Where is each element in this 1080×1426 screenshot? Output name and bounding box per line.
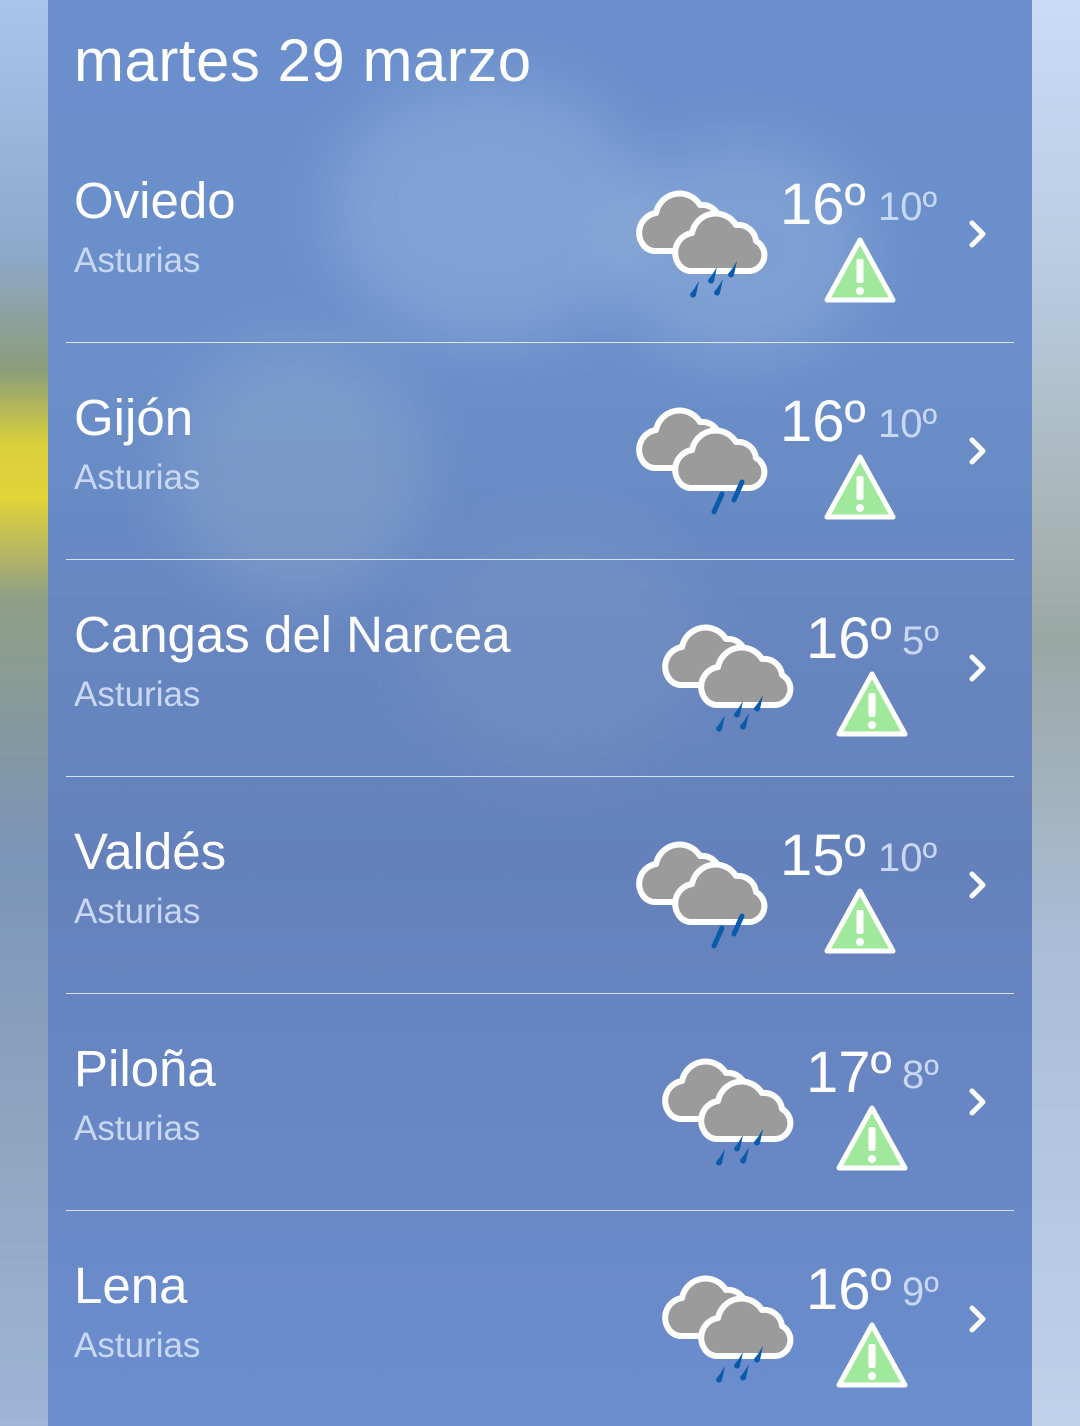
chevron-right-icon[interactable] — [966, 1302, 990, 1336]
rain-cloud-icon — [636, 407, 768, 515]
chevron-right-icon[interactable] — [966, 217, 990, 251]
rain-cloud-icon — [636, 190, 768, 298]
location-row-valdes[interactable]: Valdés Asturias 15º 10º — [66, 778, 1014, 994]
row-divider — [66, 776, 1014, 777]
min-temperature: 10º — [878, 402, 938, 446]
chevron-right-icon[interactable] — [966, 651, 990, 685]
region-name: Asturias — [74, 892, 201, 931]
warning-icon[interactable] — [836, 671, 908, 737]
chevron-right-icon[interactable] — [966, 868, 990, 902]
location-row-cangas-del-narcea[interactable]: Cangas del Narcea Asturias 16º 5º — [66, 561, 1014, 777]
row-divider — [66, 342, 1014, 343]
location-row-lena[interactable]: Lena Asturias 16º 9º — [66, 1212, 1014, 1426]
region-name: Asturias — [74, 1326, 201, 1365]
chevron-right-icon[interactable] — [966, 1085, 990, 1119]
max-temperature: 16º — [780, 172, 866, 237]
max-temperature: 16º — [780, 389, 866, 454]
row-divider — [66, 1210, 1014, 1211]
min-temperature: 10º — [878, 836, 938, 880]
location-row-pilona[interactable]: Piloña Asturias 17º 8º — [66, 995, 1014, 1211]
region-name: Asturias — [74, 241, 201, 280]
warning-icon[interactable] — [836, 1105, 908, 1171]
max-temperature: 16º — [806, 1257, 892, 1322]
city-name: Piloña — [74, 1040, 216, 1097]
rain-cloud-icon — [662, 1058, 794, 1166]
city-name: Oviedo — [74, 172, 236, 229]
max-temperature: 16º — [806, 606, 892, 671]
background-left-strip — [0, 0, 48, 1426]
forecast-panel: martes 29 marzo Oviedo Asturias 16º 10º — [48, 0, 1032, 1426]
min-temperature: 9º — [902, 1270, 939, 1314]
city-name: Valdés — [74, 823, 227, 880]
region-name: Asturias — [74, 1109, 201, 1148]
warning-icon[interactable] — [824, 888, 896, 954]
location-row-oviedo[interactable]: Oviedo Asturias 16º 10º — [66, 127, 1014, 343]
city-name: Lena — [74, 1257, 188, 1314]
min-temperature: 10º — [878, 185, 938, 229]
city-name: Gijón — [74, 389, 194, 446]
max-temperature: 17º — [806, 1040, 892, 1105]
min-temperature: 8º — [902, 1053, 939, 1097]
warning-icon[interactable] — [824, 454, 896, 520]
row-divider — [66, 559, 1014, 560]
rain-cloud-icon — [662, 624, 794, 732]
row-divider — [66, 993, 1014, 994]
location-row-gijon[interactable]: Gijón Asturias 16º 10º — [66, 344, 1014, 560]
warning-icon[interactable] — [836, 1322, 908, 1388]
date-header: martes 29 marzo — [74, 27, 532, 94]
max-temperature: 15º — [780, 823, 866, 888]
rain-cloud-icon — [662, 1275, 794, 1383]
rain-cloud-icon — [636, 841, 768, 949]
region-name: Asturias — [74, 675, 201, 714]
background-right-strip — [1032, 0, 1080, 1426]
min-temperature: 5º — [902, 619, 939, 663]
region-name: Asturias — [74, 458, 201, 497]
chevron-right-icon[interactable] — [966, 434, 990, 468]
city-name: Cangas del Narcea — [74, 606, 511, 663]
warning-icon[interactable] — [824, 237, 896, 303]
